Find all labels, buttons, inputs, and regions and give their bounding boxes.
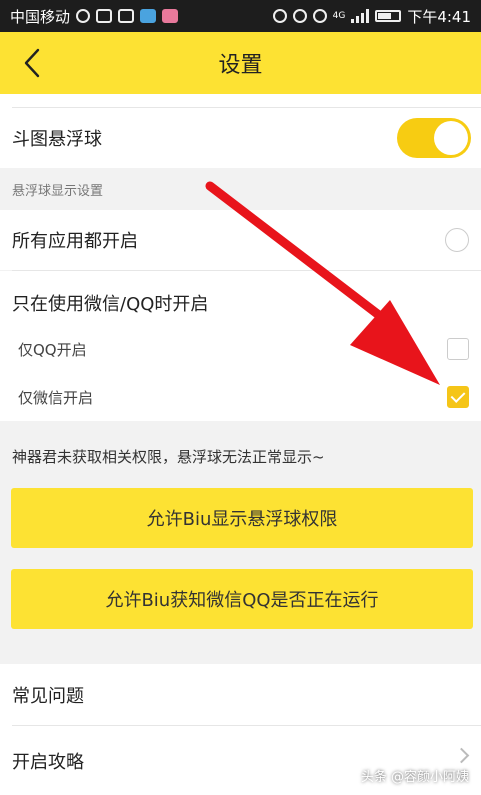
status-bar: 中国移动 4G 下午4:41 xyxy=(0,0,481,32)
back-button[interactable] xyxy=(8,38,56,88)
option-all-apps-label: 所有应用都开启 xyxy=(12,231,138,252)
faq-guide-label: 开启攻略 xyxy=(12,751,84,773)
key-icon xyxy=(96,9,113,23)
option-wechat-only[interactable]: 仅微信开启 xyxy=(0,373,481,421)
carrier-label: 中国移动 xyxy=(10,7,71,26)
option-qq-only[interactable]: 仅QQ开启 xyxy=(0,325,481,373)
option-all-apps-radio[interactable] xyxy=(445,228,469,252)
float-ball-toggle[interactable] xyxy=(397,118,471,158)
location-icon xyxy=(272,9,287,23)
battery-icon xyxy=(375,10,402,22)
network-type-label: 4G xyxy=(332,11,346,21)
float-ball-row: 斗图悬浮球 xyxy=(0,108,481,168)
section-title: 悬浮球显示设置 xyxy=(12,184,104,199)
option-qq-only-checkbox[interactable] xyxy=(447,338,469,360)
signal-icon xyxy=(351,9,370,23)
top-spacer xyxy=(0,94,481,108)
running-permission-button[interactable]: 允许Biu获知微信QQ是否正在运行 xyxy=(11,569,473,629)
faq-header-row: 常见问题 xyxy=(0,664,481,726)
option-wechat-only-label: 仅微信开启 xyxy=(18,388,94,407)
float-permission-button[interactable]: 允许Biu显示悬浮球权限 xyxy=(11,488,473,548)
faq-title: 常见问题 xyxy=(12,686,84,707)
permission-notice: 神器君未获取相关权限，悬浮球无法正常显示~ xyxy=(12,448,325,466)
chevron-right-icon xyxy=(453,747,470,764)
notification-icon xyxy=(118,9,135,23)
status-right: 4G 下午4:41 xyxy=(272,6,471,27)
option-all-apps[interactable]: 所有应用都开启 xyxy=(0,210,481,270)
app-notify-icon xyxy=(162,9,179,23)
option-wechat-qq-label: 只在使用微信/QQ时开启 xyxy=(12,294,209,315)
page-title: 设置 xyxy=(218,53,263,78)
status-left: 中国移动 xyxy=(10,6,179,27)
clock-label: 下午4:41 xyxy=(407,7,471,26)
wifi-icon xyxy=(312,9,327,23)
alarm-icon xyxy=(292,9,307,23)
chat-bubble-icon xyxy=(76,9,91,23)
gallery-icon xyxy=(140,9,157,23)
float-ball-label: 斗图悬浮球 xyxy=(12,129,102,150)
watermark: 头条 @容颜小阿姨 xyxy=(360,770,469,785)
option-wechat-only-checkbox[interactable] xyxy=(447,386,469,408)
app-header: 设置 xyxy=(0,32,481,94)
option-qq-only-label: 仅QQ开启 xyxy=(18,340,87,359)
back-arrow-icon xyxy=(24,48,40,78)
